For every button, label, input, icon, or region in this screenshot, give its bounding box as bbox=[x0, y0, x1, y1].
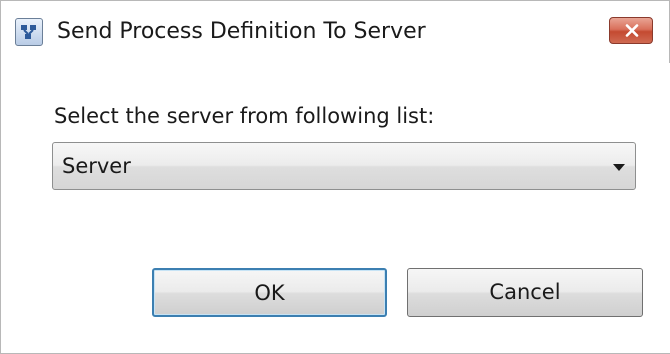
cancel-button[interactable]: Cancel bbox=[407, 268, 643, 317]
dialog-body: Select the server from following list: S… bbox=[2, 63, 670, 353]
close-icon bbox=[625, 24, 639, 37]
process-app-icon bbox=[15, 18, 43, 46]
title-bar[interactable]: Send Process Definition To Server bbox=[1, 1, 669, 63]
server-select[interactable]: Server bbox=[52, 142, 636, 190]
server-select-value: Server bbox=[62, 154, 131, 178]
window-title: Send Process Definition To Server bbox=[57, 19, 426, 44]
close-button[interactable] bbox=[609, 17, 653, 44]
send-process-dialog: Send Process Definition To Server Select… bbox=[0, 0, 670, 354]
chevron-down-icon bbox=[613, 164, 625, 171]
server-prompt-label: Select the server from following list: bbox=[54, 104, 435, 128]
ok-button[interactable]: OK bbox=[152, 268, 387, 317]
